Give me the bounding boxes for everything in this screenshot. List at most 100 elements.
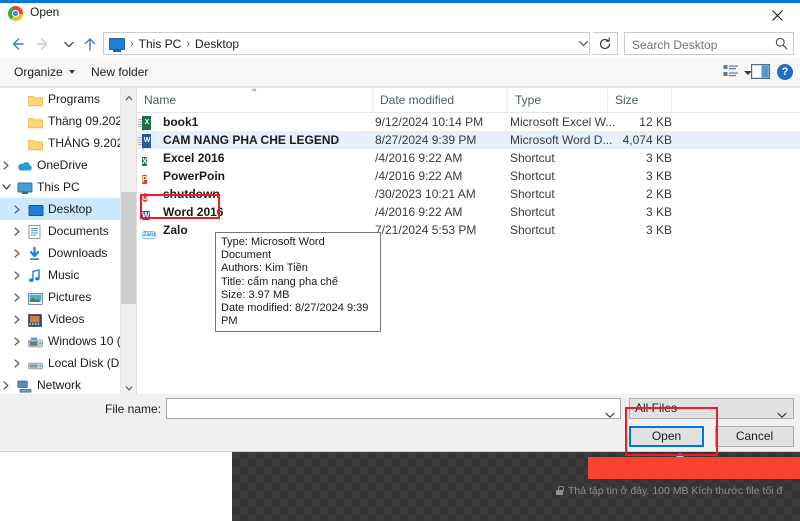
file-name: CAM NANG PHA CHE LEGEND: [163, 133, 340, 147]
tree-item-videos[interactable]: Videos: [0, 308, 120, 330]
file-row[interactable]: P PowerPoin/4/2016 9:22 AM Shortcut 3 KB: [137, 167, 800, 185]
dropzone-hint-text: Thả tập tin ở đây. 100 MB Kích thước fil…: [568, 485, 783, 497]
column-header-label: Date modified: [380, 93, 455, 107]
preview-pane-icon[interactable]: [751, 64, 771, 81]
tree-item-label: Music: [48, 268, 80, 282]
tree-item-downloads[interactable]: Downloads: [0, 242, 120, 264]
pictures-icon: [28, 290, 43, 305]
file-type: Shortcut: [510, 223, 555, 237]
file-size: 3 KB: [645, 151, 672, 165]
collapse-chevron-icon[interactable]: [2, 183, 11, 193]
tree-item-music[interactable]: Music: [0, 264, 120, 286]
search-input[interactable]: [630, 35, 774, 54]
address-bar[interactable]: › This PC › Desktop: [103, 32, 590, 55]
tooltip-line: Size: 3.97 MB: [221, 288, 290, 301]
this-pc-icon: [17, 180, 33, 194]
file-type-filter-value: All Files: [635, 401, 678, 415]
file-row[interactable]: W Word 2016/4/2016 9:22 AM Shortcut 3 KB: [137, 203, 800, 221]
background-red-banner: [588, 457, 800, 479]
file-size: 2 KB: [645, 187, 672, 201]
title-bar: Open: [0, 0, 800, 28]
up-arrow-icon[interactable]: [79, 33, 101, 55]
tree-item-label: Documents: [48, 224, 109, 238]
expand-chevron-icon[interactable]: [13, 227, 21, 238]
file-row[interactable]: W CAM NANG PHA CHE LEGEND 8/27/2024 9:39 P…: [137, 131, 800, 150]
new-folder-button[interactable]: New folder: [85, 63, 154, 82]
column-header-size[interactable]: Size: [608, 88, 672, 112]
file-name-field[interactable]: [166, 398, 621, 419]
navigation-bar: › This PC › Desktop: [0, 28, 800, 59]
tree-item-programs[interactable]: Programs: [0, 88, 120, 110]
back-arrow-icon[interactable]: [6, 33, 28, 55]
address-dropdown-chevron-icon[interactable]: [576, 32, 591, 55]
tooltip-line: Type: Microsoft Word Document: [221, 236, 325, 262]
file-date-modified: 9/12/2024 10:14 PM: [375, 115, 484, 129]
tree-item-th-ng-09-2024[interactable]: Tháng 09.2024: [0, 110, 120, 132]
chevron-down-icon[interactable]: [605, 406, 615, 424]
expand-chevron-icon[interactable]: [13, 359, 21, 370]
breadcrumb-item-this-pc[interactable]: This PC: [139, 37, 182, 51]
search-box[interactable]: [624, 32, 794, 55]
breadcrumb-separator: ›: [130, 37, 134, 50]
expand-chevron-icon[interactable]: [13, 315, 21, 326]
scroll-up-arrow-icon[interactable]: [121, 88, 137, 104]
file-row[interactable]: Xbook1 9/12/2024 10:14 PM Microsoft Excel …: [137, 113, 800, 132]
file-name: shutdown: [163, 187, 220, 201]
tree-item-this-pc[interactable]: This PC: [0, 176, 120, 198]
file-date-modified: /30/2023 10:21 AM: [375, 187, 476, 201]
file-row[interactable]: X Excel 2016/4/2016 9:22 AM Shortcut 3 KB: [137, 149, 800, 167]
file-type-filter-select[interactable]: All Files: [629, 398, 794, 419]
documents-icon: [28, 224, 43, 239]
tree-item-pictures[interactable]: Pictures: [0, 286, 120, 308]
tree-item-label: Local Disk (D:): [48, 356, 120, 370]
folder-icon: [28, 114, 43, 129]
expand-chevron-icon[interactable]: [13, 205, 21, 216]
file-name-input[interactable]: [171, 401, 595, 418]
tree-item-documents[interactable]: Documents: [0, 220, 120, 242]
organize-button[interactable]: Organize: [8, 63, 81, 82]
forward-arrow-icon[interactable]: [32, 33, 54, 55]
scroll-down-arrow-icon[interactable]: [121, 378, 137, 394]
tree-item-local-disk-d[interactable]: Local Disk (D:): [0, 352, 120, 374]
organize-label: Organize: [14, 65, 63, 79]
expand-chevron-icon[interactable]: [13, 293, 21, 304]
excel-file-icon: X: [138, 115, 157, 132]
tree-scrollbar[interactable]: [120, 88, 137, 394]
chevron-down-icon: [777, 406, 787, 424]
tree-scrollbar-thumb[interactable]: [121, 192, 137, 304]
tooltip-line: Date modified: 8/27/2024 9:39 PM: [221, 302, 369, 328]
expand-chevron-icon[interactable]: [2, 161, 10, 172]
expand-chevron-icon[interactable]: [13, 271, 21, 282]
dropzone-hint: Thả tập tin ở đây. 100 MB Kích thước fil…: [556, 483, 800, 499]
column-header-type[interactable]: Type: [508, 88, 608, 112]
cancel-button[interactable]: Cancel: [715, 426, 794, 447]
file-name: book1: [163, 115, 199, 129]
file-date-modified: 7/21/2024 5:53 PM: [375, 223, 477, 237]
column-header-date-modified[interactable]: Date modified: [373, 88, 508, 112]
open-button[interactable]: Open: [629, 426, 704, 447]
expand-chevron-icon[interactable]: [13, 337, 21, 348]
expand-chevron-icon[interactable]: [13, 249, 21, 260]
tree-item-windows-10-c[interactable]: Windows 10 (C:): [0, 330, 120, 352]
file-tooltip: Type: Microsoft Word Document Authors: Ki…: [215, 232, 381, 333]
tree-item-th-ng-9-2024[interactable]: THÁNG 9.2024: [0, 132, 120, 154]
help-button[interactable]: ?: [777, 64, 793, 80]
file-date-modified: /4/2016 9:22 AM: [375, 169, 463, 183]
recent-locations-chevron-icon[interactable]: [58, 33, 80, 55]
file-row[interactable]: Oshutdown/30/2023 10:21 AM Shortcut 2 KB: [137, 185, 800, 203]
tree-item-onedrive[interactable]: OneDrive: [0, 154, 120, 176]
lock-icon: [556, 486, 564, 495]
command-bar: Organize New folder ?: [0, 59, 800, 87]
title-accent-bar: [0, 0, 800, 3]
background-caret-icon: [676, 453, 684, 457]
music-icon: [28, 268, 43, 282]
column-header-label: Type: [515, 93, 542, 107]
refresh-icon[interactable]: [593, 32, 618, 55]
expand-chevron-icon[interactable]: [2, 381, 10, 392]
breadcrumb-item-desktop[interactable]: Desktop: [195, 37, 239, 51]
file-name: Zalo: [163, 223, 188, 237]
close-button[interactable]: [755, 3, 800, 27]
tree-item-network[interactable]: Network: [0, 374, 120, 394]
word-shortcut-icon: W: [142, 211, 150, 220]
tree-item-desktop[interactable]: Desktop: [0, 198, 120, 220]
